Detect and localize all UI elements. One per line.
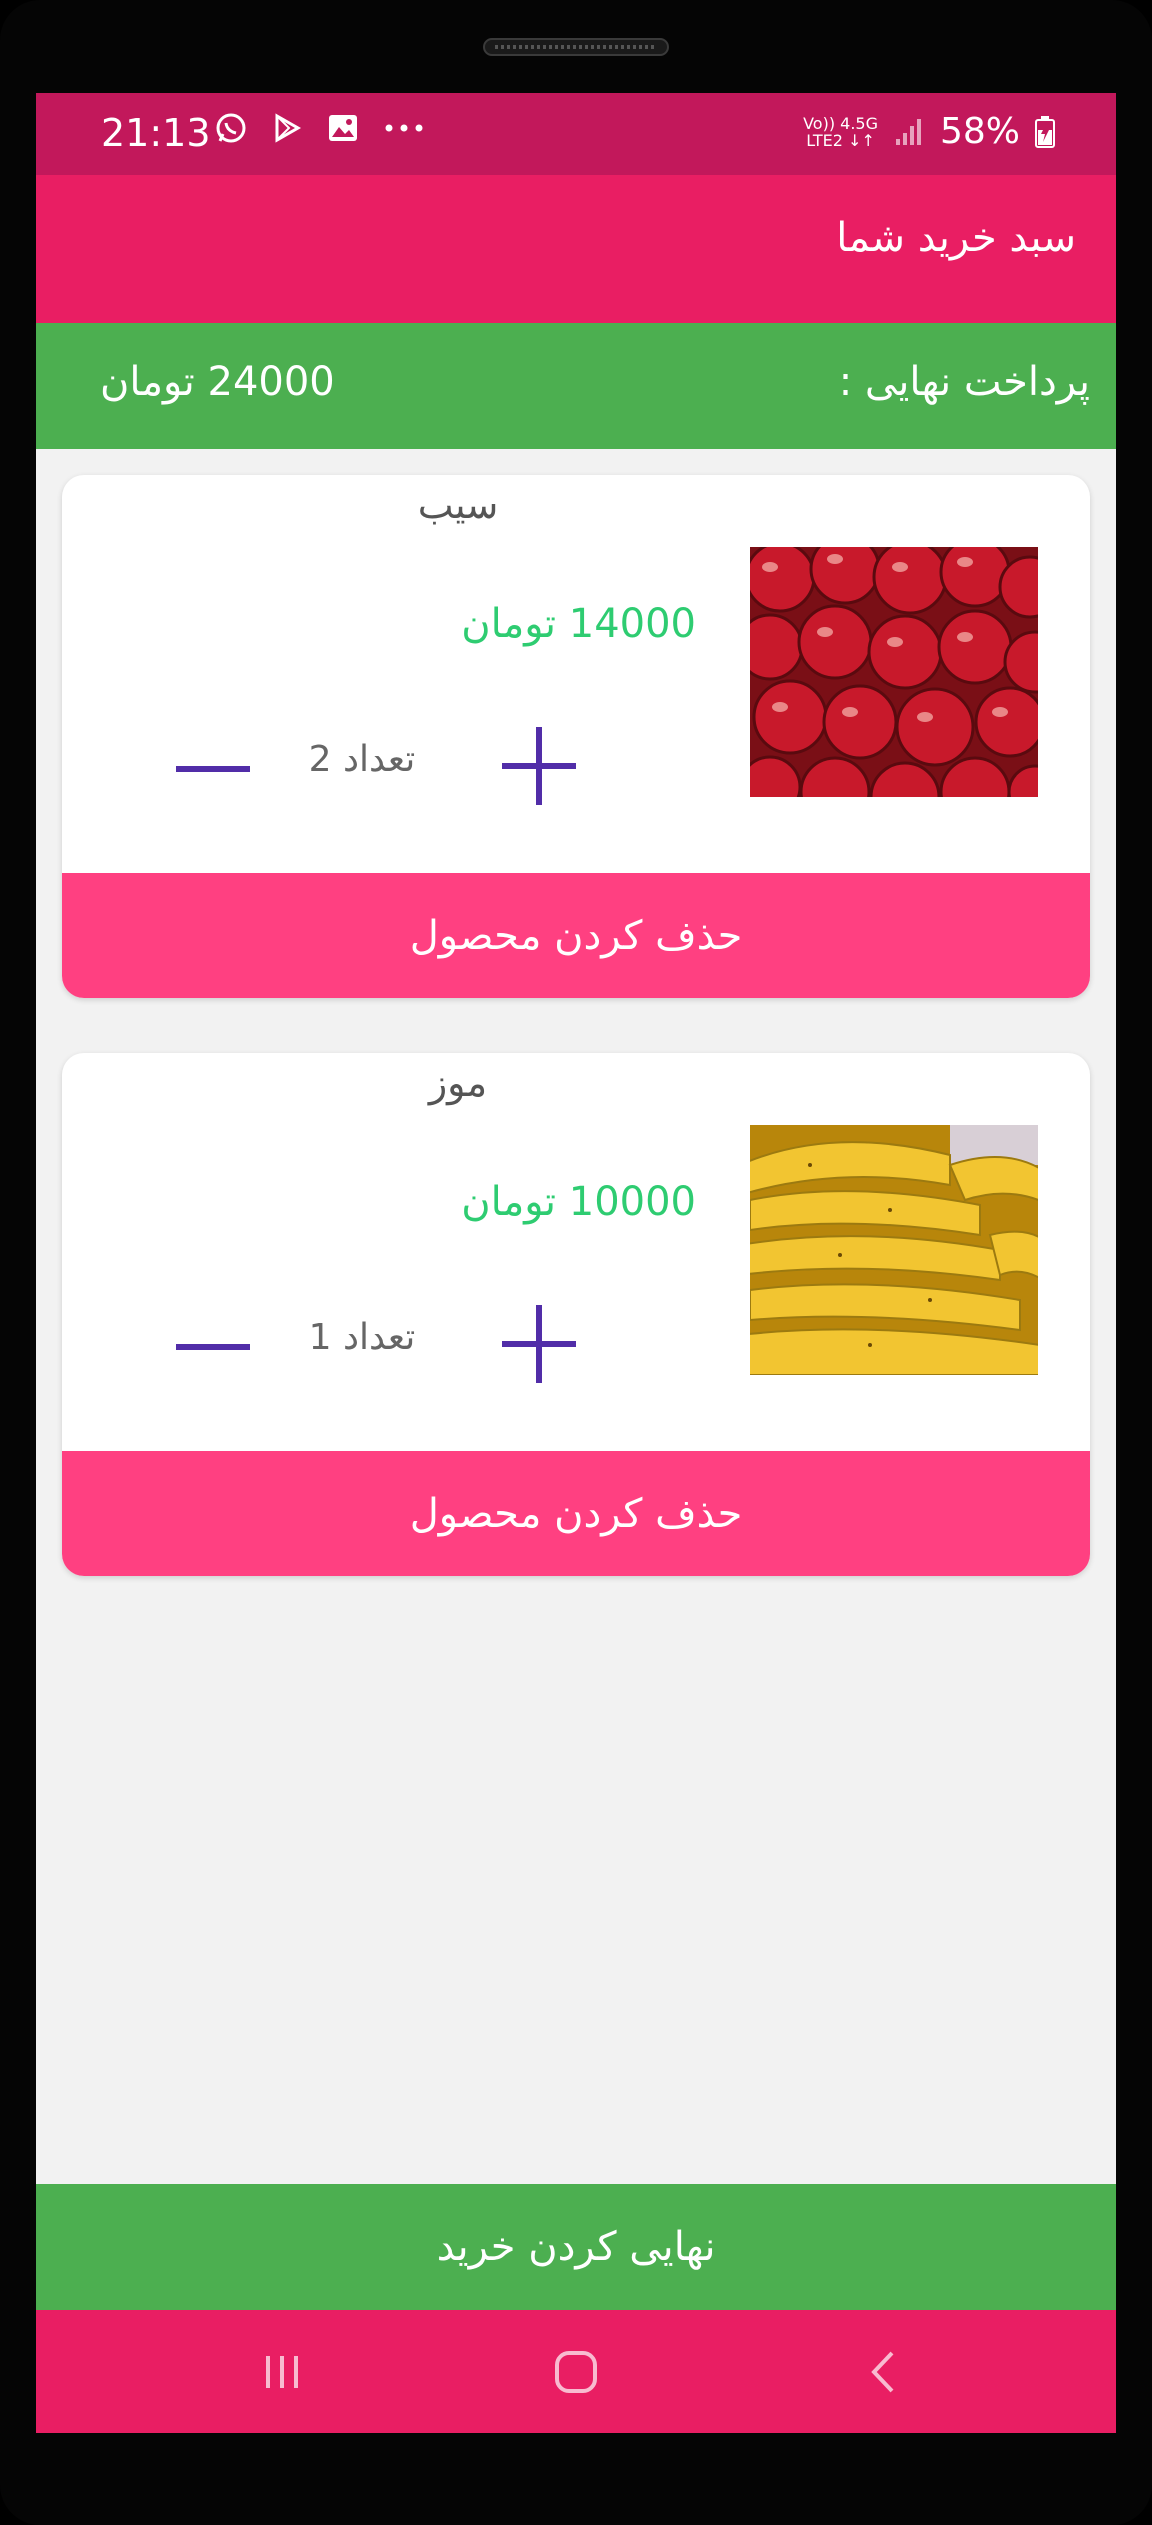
plus-icon xyxy=(502,1305,576,1383)
back-icon xyxy=(871,2351,894,2393)
network-indicator: Vo)) 4.5G LTE2 ↓↑ xyxy=(803,115,878,149)
delete-product-button[interactable]: حذف کردن محصول xyxy=(62,1451,1090,1576)
total-payment-bar: پرداخت نهایی : 24000 تومان xyxy=(36,323,1116,449)
cart-item-card: موز 10000 تومان تعداد 1 حذف کردن محصول xyxy=(62,1053,1090,1576)
home-button[interactable] xyxy=(546,2342,606,2402)
product-name: موز xyxy=(428,1061,488,1105)
phone-frame: 21:13 Vo)) 4.5G LTE2 ↓↑ 58% سبد خرید شما… xyxy=(0,0,1152,2525)
cart-item-card: سیب 14000 تومان تعداد 2 حذف کردن محصول xyxy=(62,475,1090,998)
increase-quantity-button[interactable] xyxy=(496,1301,582,1387)
increase-quantity-button[interactable] xyxy=(496,723,582,809)
product-quantity: تعداد 1 xyxy=(308,1317,416,1358)
decrease-quantity-button[interactable] xyxy=(170,739,256,799)
battery-icon xyxy=(1034,115,1056,149)
status-bar: 21:13 Vo)) 4.5G LTE2 ↓↑ 58% xyxy=(36,93,1116,175)
more-dots-icon xyxy=(382,111,426,145)
product-price: 14000 تومان xyxy=(461,601,696,647)
delete-product-button[interactable]: حذف کردن محصول xyxy=(62,873,1090,998)
network-bottom-text: LTE2 ↓↑ xyxy=(806,130,875,150)
home-icon xyxy=(555,2351,597,2393)
app-bar: سبد خرید شما xyxy=(36,175,1116,323)
status-time: 21:13 xyxy=(101,111,211,155)
play-store-icon xyxy=(270,111,304,145)
minus-icon xyxy=(176,1344,250,1350)
screen: 21:13 Vo)) 4.5G LTE2 ↓↑ 58% سبد خرید شما… xyxy=(36,93,1116,2433)
total-label: پرداخت نهایی : xyxy=(838,359,1090,405)
product-image-banana xyxy=(750,1125,1038,1375)
product-price: 10000 تومان xyxy=(461,1179,696,1225)
whatsapp-icon xyxy=(214,111,248,145)
finalize-purchase-button[interactable]: نهایی کردن خرید xyxy=(36,2184,1116,2310)
product-quantity: تعداد 2 xyxy=(308,739,416,780)
battery-percent: 58% xyxy=(939,111,1020,152)
gallery-icon xyxy=(326,111,360,145)
navigation-bar xyxy=(36,2310,1116,2433)
page-title: سبد خرید شما xyxy=(836,215,1076,261)
product-image-apple xyxy=(750,547,1038,797)
phone-speaker xyxy=(483,38,669,56)
back-button[interactable] xyxy=(854,2342,914,2402)
status-notification-icons xyxy=(214,111,426,145)
decrease-quantity-button[interactable] xyxy=(170,1317,256,1377)
minus-icon xyxy=(176,766,250,772)
signal-icon xyxy=(892,115,926,149)
network-top-text: Vo)) 4.5G xyxy=(803,113,878,133)
recents-button[interactable] xyxy=(252,2342,312,2402)
apples-photo xyxy=(750,547,1038,797)
product-name: سیب xyxy=(417,483,499,527)
bananas-photo xyxy=(750,1125,1038,1375)
recents-icon xyxy=(266,2356,298,2388)
status-system-icons: Vo)) 4.5G LTE2 ↓↑ 58% xyxy=(803,111,1056,152)
plus-icon xyxy=(502,727,576,805)
total-value: 24000 تومان xyxy=(100,359,335,405)
